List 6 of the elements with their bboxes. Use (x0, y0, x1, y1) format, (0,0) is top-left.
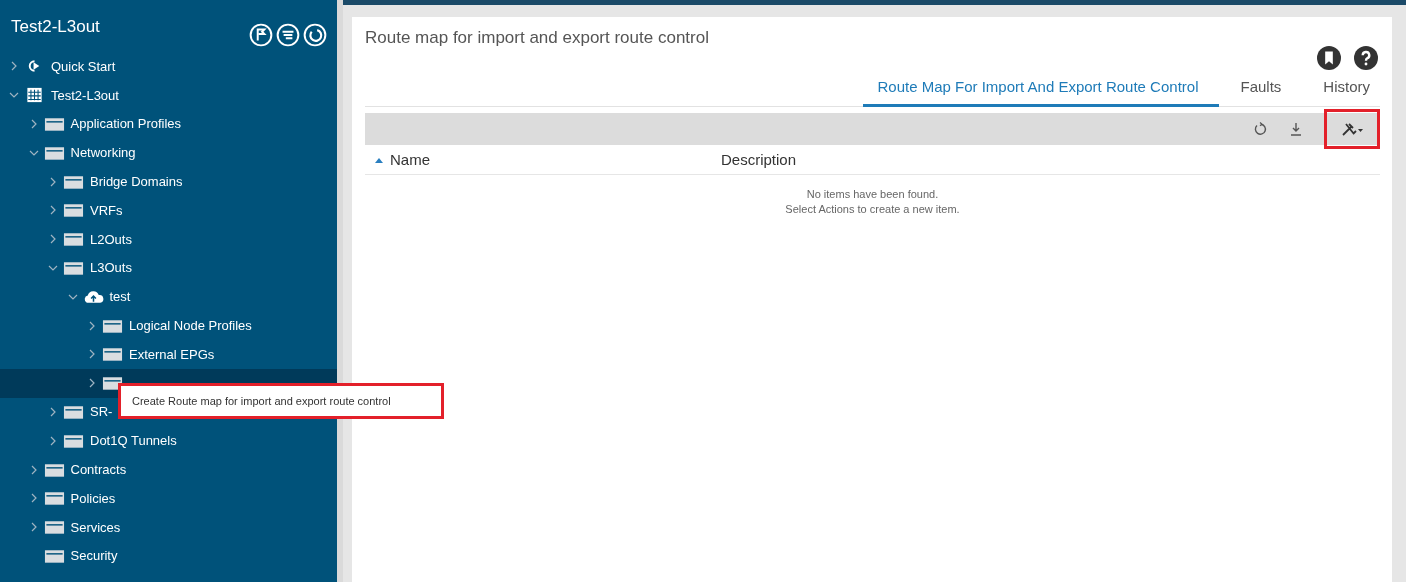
sidebar-title: Test2-L3out (11, 17, 100, 37)
tooltip: Create Route map for import and export route control (118, 383, 444, 419)
panel-title: Route map for import and export route control (365, 28, 709, 49)
empty-message: Select Actions to create a new item. (785, 202, 960, 217)
column-label: Name (390, 151, 430, 168)
empty-message: No items have been found. (806, 187, 939, 202)
